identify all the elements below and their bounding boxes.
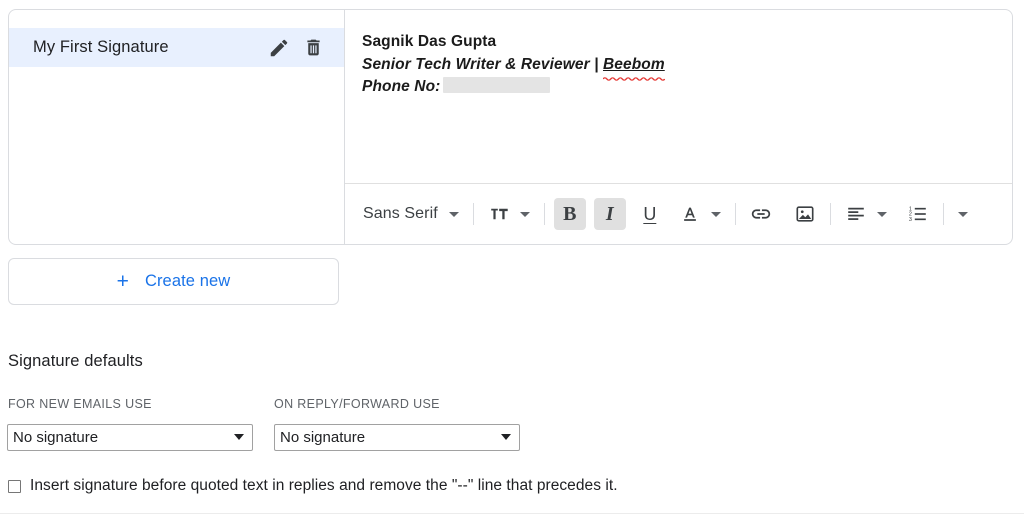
new-emails-signature-select[interactable]: No signatureMy First Signature [7, 424, 253, 451]
pencil-icon[interactable] [262, 31, 296, 65]
toolbar-separator [543, 203, 545, 225]
italic-label: I [605, 202, 614, 225]
quoted-text-checkbox[interactable] [8, 480, 21, 493]
align-chevron-down-icon[interactable] [872, 198, 892, 230]
signature-line-phone: Phone No: [362, 76, 996, 99]
signature-line-name: Sagnik Das Gupta [362, 33, 497, 50]
toolbar-separator [734, 203, 736, 225]
signature-content-editor[interactable]: Sagnik Das Gupta Senior Tech Writer & Re… [345, 10, 1012, 183]
link-icon[interactable] [745, 198, 777, 230]
font-size-chevron-down-icon[interactable] [515, 198, 535, 230]
bold-button[interactable]: B [553, 198, 586, 230]
font-size-icon[interactable] [483, 198, 515, 230]
on-reply-forward-label: ON REPLY/FORWARD USE [274, 397, 440, 411]
signature-panel: My First Signature Sagnik Das Gupta Seni… [8, 9, 1013, 245]
plus-icon: + [116, 270, 129, 293]
trash-icon[interactable] [296, 31, 330, 65]
bottom-divider [0, 513, 1024, 514]
underline-label: U [643, 203, 657, 224]
more-options-chevron-down-icon[interactable] [953, 198, 973, 230]
signature-role-text: Senior Tech Writer & Reviewer [362, 55, 590, 73]
text-color-icon[interactable] [674, 198, 706, 230]
align-left-icon[interactable] [840, 198, 872, 230]
create-new-label: Create new [144, 272, 231, 290]
quoted-text-option-row[interactable]: Insert signature before quoted text in r… [8, 476, 618, 496]
underline-button[interactable]: U [634, 198, 666, 230]
bold-label: B [563, 202, 577, 225]
signature-list-item[interactable]: My First Signature [9, 28, 344, 67]
signature-line-role: Senior Tech Writer & Reviewer | Beebom [362, 54, 996, 81]
formatting-toolbar: Sans Serif B I U 1 2 3 [345, 183, 1012, 244]
font-family-control[interactable]: Sans Serif [361, 198, 464, 230]
signature-brand-link[interactable]: Beebom [602, 54, 665, 81]
svg-text:3: 3 [909, 217, 912, 223]
font-size-control[interactable] [483, 198, 535, 230]
create-new-button[interactable]: + Create new [8, 258, 339, 305]
quoted-text-label: Insert signature before quoted text in r… [30, 477, 618, 494]
signature-name-label: My First Signature [33, 38, 169, 56]
numbered-list-icon[interactable]: 1 2 3 [902, 198, 934, 230]
toolbar-separator [472, 203, 474, 225]
signature-editor-pane: Sagnik Das Gupta Senior Tech Writer & Re… [345, 10, 1012, 244]
signature-defaults-heading: Signature defaults [8, 352, 143, 370]
font-family-chevron-down-icon[interactable] [444, 198, 464, 230]
insert-image-icon[interactable] [789, 198, 821, 230]
font-family-label: Sans Serif [363, 205, 438, 222]
text-color-control[interactable] [674, 198, 726, 230]
redacted-phone-value [443, 77, 551, 93]
toolbar-separator [829, 203, 831, 225]
signature-phone-label: Phone No: [362, 78, 441, 95]
text-color-chevron-down-icon[interactable] [706, 198, 726, 230]
align-control[interactable] [840, 198, 892, 230]
signature-brand-text: Beebom [602, 55, 665, 73]
toolbar-separator [942, 203, 944, 225]
signature-role-separator: | [589, 55, 603, 73]
spellcheck-squiggle-icon [602, 77, 665, 81]
for-new-emails-label: FOR NEW EMAILS USE [8, 397, 152, 411]
reply-forward-signature-select[interactable]: No signatureMy First Signature [274, 424, 520, 451]
italic-button[interactable]: I [593, 198, 626, 230]
signature-list-pane: My First Signature [9, 10, 345, 244]
